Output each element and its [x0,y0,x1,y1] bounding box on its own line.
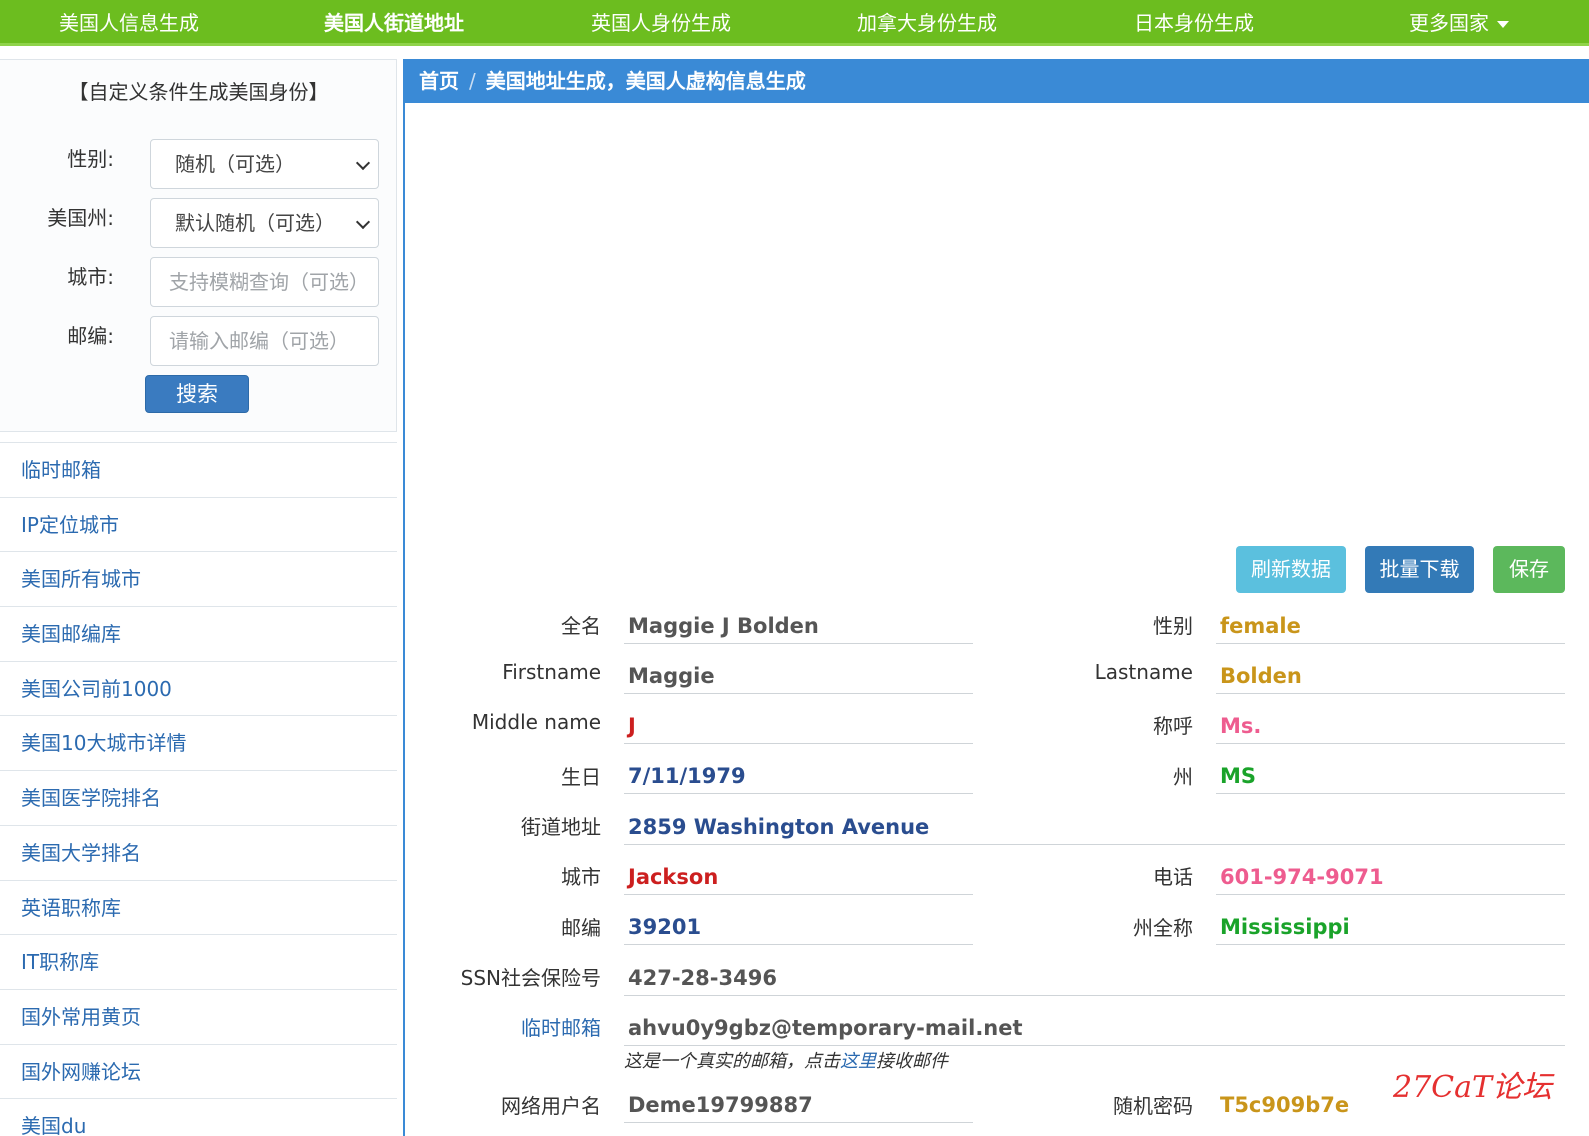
phone-value: 601-974-9071 [1216,859,1565,895]
breadcrumb-home[interactable]: 首页 [419,69,459,93]
sidebar-item-top-cities[interactable]: 美国10大城市详情 [0,716,397,772]
city-field-label: 城市 [561,865,601,889]
chevron-down-icon [355,214,371,230]
email-note: 这是一个真实的邮箱，点击这里接收邮件 [624,1047,948,1073]
gender-select[interactable]: 随机（可选） [150,139,379,189]
lastname-label: Lastname [1094,660,1193,684]
watermark-logo: 27CaT论坛 [1393,1070,1553,1105]
sidebar-item-english-titles[interactable]: 英语职称库 [0,881,397,936]
sidebar-item-medical-schools[interactable]: 美国医学院排名 [0,771,397,826]
lastname-value: Bolden [1216,658,1565,694]
state-label: 美国州: [47,206,114,230]
street-value: 2859 Washington Avenue [624,809,1565,845]
state-select[interactable]: 默认随机（可选） [150,198,379,248]
phone-label: 电话 [1153,865,1193,889]
gender-field-label: 性别 [1153,614,1193,638]
firstname-value: Maggie [624,658,973,694]
sidebar-item-zip-library[interactable]: 美国邮编库 [0,607,397,662]
gender-select-value: 随机（可选） [175,152,295,176]
middlename-value: J [624,708,973,744]
password-value: T5c909b7e [1220,1093,1350,1117]
title-value: Ms. [1216,708,1565,744]
batch-download-button[interactable]: 批量下载 [1365,546,1474,593]
temp-email-link[interactable]: 临时邮箱 [521,1012,601,1041]
ssn-value: 427-28-3496 [624,960,1565,996]
custom-generate-form: 【自定义条件生成美国身份】 性别: 随机（可选） 美国州: 默认随机（可选） 城… [0,59,397,432]
middlename-label: Middle name [471,710,601,734]
sidebar-item-top-companies[interactable]: 美国公司前1000 [0,662,397,717]
nav-more-label: 更多国家 [1409,11,1489,35]
sidebar-item-it-titles[interactable]: IT职称库 [0,935,397,990]
statefull-value: Mississippi [1216,909,1565,945]
top-nav: 美国人信息生成 美国人街道地址 英国人身份生成 加拿大身份生成 日本身份生成 更… [0,0,1589,46]
breadcrumb: 首页 / 美国地址生成，美国人虚构信息生成 [405,59,1589,103]
zip-field-label: 邮编 [561,916,601,940]
nav-us-street-address[interactable]: 美国人街道地址 [324,0,464,46]
sidebar-links: 临时邮箱 IP定位城市 美国所有城市 美国邮编库 美国公司前1000 美国10大… [0,442,397,1136]
breadcrumb-separator: / [469,69,476,93]
street-label: 街道地址 [521,815,601,839]
sidebar-item-forums[interactable]: 国外网赚论坛 [0,1045,397,1100]
city-input[interactable]: 支持模糊查询（可选） [150,257,379,307]
birthday-value: 7/11/1979 [624,758,973,794]
city-label: 城市: [67,265,114,289]
zip-label: 邮编: [67,324,114,348]
nav-more-countries[interactable]: 更多国家 [1409,0,1509,46]
fullname-label: 全名 [561,614,601,638]
password-label: 随机密码 [1113,1094,1193,1118]
nav-japan-identity[interactable]: 日本身份生成 [1134,0,1254,46]
sidebar-item-us-more[interactable]: 美国du [0,1099,397,1136]
zip-value: 39201 [624,909,973,945]
sidebar-item-yellow-pages[interactable]: 国外常用黄页 [0,990,397,1045]
sidebar-item-us-cities[interactable]: 美国所有城市 [0,552,397,608]
breadcrumb-current: 美国地址生成，美国人虚构信息生成 [485,69,806,93]
title-label: 称呼 [1153,714,1193,738]
nav-canada-identity[interactable]: 加拿大身份生成 [857,0,997,46]
search-button[interactable]: 搜索 [145,375,249,413]
username-value: Deme19799887 [624,1087,973,1123]
form-title: 【自定义条件生成美国身份】 [68,80,329,104]
sidebar-item-universities[interactable]: 美国大学排名 [0,826,397,881]
zip-input[interactable]: 请输入邮编（可选） [150,316,379,366]
city-value: Jackson [624,859,973,895]
save-button[interactable]: 保存 [1493,546,1565,593]
state-field-label: 州 [1173,765,1193,789]
username-label: 网络用户名 [501,1094,601,1118]
state-select-value: 默认随机（可选） [175,211,335,235]
sidebar-item-ip-city[interactable]: IP定位城市 [0,498,397,553]
email-value: ahvu0y9gbz@temporary-mail.net [624,1010,1565,1046]
nav-uk-identity[interactable]: 英国人身份生成 [591,0,731,46]
birthday-label: 生日 [561,765,601,789]
sidebar-item-temp-email[interactable]: 临时邮箱 [0,443,397,498]
email-receive-link[interactable]: 这里 [840,1051,876,1072]
state-value: MS [1216,758,1565,794]
email-note-suffix: 接收邮件 [876,1051,948,1072]
fullname-value: Maggie J Bolden [624,608,973,644]
email-note-text: 这是一个真实的邮箱，点击 [624,1051,840,1072]
chevron-down-icon [355,155,371,171]
refresh-button[interactable]: 刷新数据 [1236,546,1346,593]
ssn-label: SSN社会保险号 [460,966,601,990]
caret-down-icon [1497,21,1509,28]
firstname-label: Firstname [502,660,601,684]
gender-label: 性别: [67,147,114,171]
nav-us-info[interactable]: 美国人信息生成 [59,0,199,46]
gender-value: female [1216,608,1565,644]
statefull-label: 州全称 [1133,916,1193,940]
